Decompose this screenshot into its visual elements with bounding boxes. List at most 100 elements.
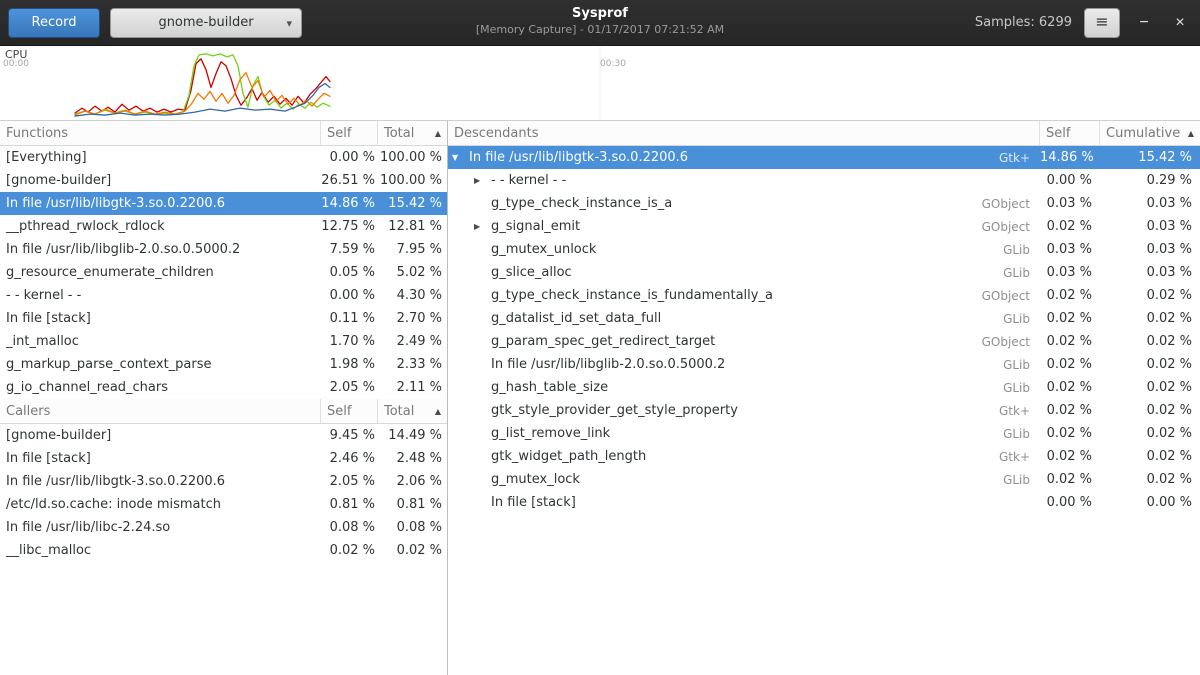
descendant-row[interactable]: ▶- - kernel - -0.00 %0.29 % — [448, 169, 1200, 192]
caller-row[interactable]: In file /usr/lib/libc-2.24.so0.08 %0.08 … — [0, 516, 447, 539]
process-selector-dropdown[interactable]: gnome-builder ▾ — [110, 8, 302, 38]
total-value-cell: 4.30 % — [378, 288, 447, 303]
column-header-cumulative-label: Cumulative — [1106, 126, 1180, 141]
column-header-total[interactable]: Total ▲ — [378, 399, 447, 423]
library-label: GLib — [970, 473, 1040, 487]
self-value-cell: 0.00 % — [321, 288, 378, 303]
self-value-cell: 0.81 % — [321, 497, 378, 512]
descendant-row[interactable]: gtk_widget_path_lengthGtk+0.02 %0.02 % — [448, 445, 1200, 468]
function-name: g_mutex_unlock — [491, 242, 596, 257]
column-header-descendants[interactable]: Descendants — [448, 121, 1040, 145]
close-button[interactable]: × — [1168, 11, 1192, 35]
column-header-functions[interactable]: Functions — [0, 121, 321, 145]
column-header-cumulative[interactable]: Cumulative ▲ — [1100, 121, 1200, 145]
total-value-cell: 5.02 % — [378, 265, 447, 280]
total-value-cell: 2.11 % — [378, 380, 447, 395]
self-value-cell: 0.02 % — [1040, 472, 1100, 487]
descendant-row[interactable]: ▼In file /usr/lib/libgtk-3.so.0.2200.6 Gt… — [448, 146, 1200, 169]
caller-row[interactable]: In file [stack]2.46 %2.48 % — [0, 447, 447, 470]
main-content: Functions Self Total ▲ [Everything]0.00 … — [0, 121, 1200, 675]
record-button[interactable]: Record — [8, 8, 100, 38]
descendant-row[interactable]: gtk_style_provider_get_style_propertyGtk… — [448, 399, 1200, 422]
caller-row[interactable]: __libc_malloc0.02 %0.02 % — [0, 539, 447, 562]
descendant-row[interactable]: g_hash_table_sizeGLib0.02 %0.02 % — [448, 376, 1200, 399]
function-name: In file /usr/lib/libglib-2.0.so.0.5000.2 — [491, 357, 725, 372]
descendant-row[interactable]: ▶g_signal_emitGObject0.02 %0.03 % — [448, 215, 1200, 238]
function-row[interactable]: __pthread_rwlock_rdlock12.75 %12.81 % — [0, 215, 447, 238]
self-value-cell: 0.11 % — [321, 311, 378, 326]
function-row[interactable]: g_resource_enumerate_children0.05 %5.02 … — [0, 261, 447, 284]
self-value-cell: 12.75 % — [321, 219, 378, 234]
column-header-self[interactable]: Self — [321, 121, 378, 145]
expand-arrow-icon[interactable]: ▶ — [474, 176, 491, 185]
headerbar: Record gnome-builder ▾ Sysprof [Memory C… — [0, 0, 1200, 46]
function-name-cell: In file /usr/lib/libc-2.24.so — [0, 520, 321, 535]
sort-ascending-icon: ▲ — [435, 407, 441, 416]
function-row[interactable]: g_io_channel_read_chars2.05 %2.11 % — [0, 376, 447, 399]
caller-row[interactable]: /etc/ld.so.cache: inode mismatch0.81 %0.… — [0, 493, 447, 516]
function-row[interactable]: - - kernel - -0.00 %4.30 % — [0, 284, 447, 307]
function-row[interactable]: g_markup_parse_context_parse1.98 %2.33 % — [0, 353, 447, 376]
cumulative-value-cell: 0.03 % — [1100, 242, 1200, 257]
total-value-cell: 0.02 % — [378, 543, 447, 558]
descendants-table-header: Descendants Self Cumulative ▲ — [448, 121, 1200, 146]
self-value-cell: 0.02 % — [1040, 449, 1100, 464]
function-name: - - kernel - - — [491, 173, 566, 188]
collapse-arrow-icon[interactable]: ▼ — [452, 153, 469, 162]
callers-table-header: Callers Self Total ▲ — [0, 399, 447, 424]
descendant-row[interactable]: g_list_remove_linkGLib0.02 %0.02 % — [448, 422, 1200, 445]
samples-count: Samples: 6299 — [975, 15, 1072, 30]
self-value-cell: 0.00 % — [1040, 495, 1100, 510]
total-value-cell: 0.08 % — [378, 520, 447, 535]
column-header-callers[interactable]: Callers — [0, 399, 321, 423]
library-label: Gtk+ — [970, 151, 1040, 165]
descendant-row[interactable]: In file [stack]0.00 %0.00 % — [448, 491, 1200, 514]
cumulative-value-cell: 15.42 % — [1100, 150, 1200, 165]
hamburger-icon: ≡ — [1095, 12, 1108, 31]
self-value-cell: 1.70 % — [321, 334, 378, 349]
descendant-row[interactable]: g_type_check_instance_is_aGObject0.03 %0… — [448, 192, 1200, 215]
library-label: GObject — [970, 289, 1040, 303]
function-row[interactable]: In file /usr/lib/libglib-2.0.so.0.5000.2… — [0, 238, 447, 261]
descendant-row[interactable]: g_datalist_id_set_data_fullGLib0.02 %0.0… — [448, 307, 1200, 330]
descendant-name-cell: gtk_style_provider_get_style_property — [448, 403, 970, 418]
cumulative-value-cell: 0.03 % — [1100, 196, 1200, 211]
descendant-row[interactable]: g_mutex_unlockGLib0.03 %0.03 % — [448, 238, 1200, 261]
function-name: g_hash_table_size — [491, 380, 608, 395]
function-row[interactable]: In file [stack]0.11 %2.70 % — [0, 307, 447, 330]
menu-button[interactable]: ≡ — [1084, 8, 1120, 38]
self-value-cell: 9.45 % — [321, 428, 378, 443]
descendant-row[interactable]: g_slice_allocGLib0.03 %0.03 % — [448, 261, 1200, 284]
self-value-cell: 0.03 % — [1040, 265, 1100, 280]
minimize-button[interactable]: − — [1132, 11, 1156, 35]
cumulative-value-cell: 0.02 % — [1100, 288, 1200, 303]
descendant-row[interactable]: In file /usr/lib/libglib-2.0.so.0.5000.2… — [448, 353, 1200, 376]
function-name-cell: In file /usr/lib/libgtk-3.so.0.2200.6 — [0, 196, 321, 211]
functions-table: [Everything]0.00 %100.00 %[gnome-builder… — [0, 146, 447, 399]
descendant-name-cell: g_list_remove_link — [448, 426, 970, 441]
function-row[interactable]: In file /usr/lib/libgtk-3.so.0.2200.614.… — [0, 192, 447, 215]
function-name-cell: In file /usr/lib/libgtk-3.so.0.2200.6 — [0, 474, 321, 489]
expand-arrow-icon[interactable]: ▶ — [474, 222, 491, 231]
function-name-cell: g_resource_enumerate_children — [0, 265, 321, 280]
column-header-self[interactable]: Self — [1040, 121, 1100, 145]
cpu-graph[interactable]: CPU 00:00 00:30 — [0, 46, 1200, 121]
function-name-cell: g_markup_parse_context_parse — [0, 357, 321, 372]
descendant-row[interactable]: g_type_check_instance_is_fundamentally_a… — [448, 284, 1200, 307]
function-row[interactable]: [Everything]0.00 %100.00 % — [0, 146, 447, 169]
header-right-group: Samples: 6299 ≡ − × — [975, 8, 1192, 38]
descendant-row[interactable]: g_mutex_lockGLib0.02 %0.02 % — [448, 468, 1200, 491]
caller-row[interactable]: [gnome-builder]9.45 %14.49 % — [0, 424, 447, 447]
descendant-name-cell: g_type_check_instance_is_a — [448, 196, 970, 211]
column-header-total[interactable]: Total ▲ — [378, 121, 447, 145]
self-value-cell: 0.02 % — [1040, 357, 1100, 372]
descendant-row[interactable]: g_param_spec_get_redirect_targetGObject0… — [448, 330, 1200, 353]
function-row[interactable]: _int_malloc1.70 %2.49 % — [0, 330, 447, 353]
caller-row[interactable]: In file /usr/lib/libgtk-3.so.0.2200.62.0… — [0, 470, 447, 493]
function-name: In file /usr/lib/libgtk-3.so.0.2200.6 — [469, 150, 688, 165]
function-row[interactable]: [gnome-builder]26.51 %100.00 % — [0, 169, 447, 192]
column-header-self[interactable]: Self — [321, 399, 378, 423]
self-value-cell: 0.03 % — [1040, 196, 1100, 211]
total-value-cell: 100.00 % — [378, 150, 447, 165]
descendant-name-cell: ▶g_signal_emit — [448, 219, 970, 234]
